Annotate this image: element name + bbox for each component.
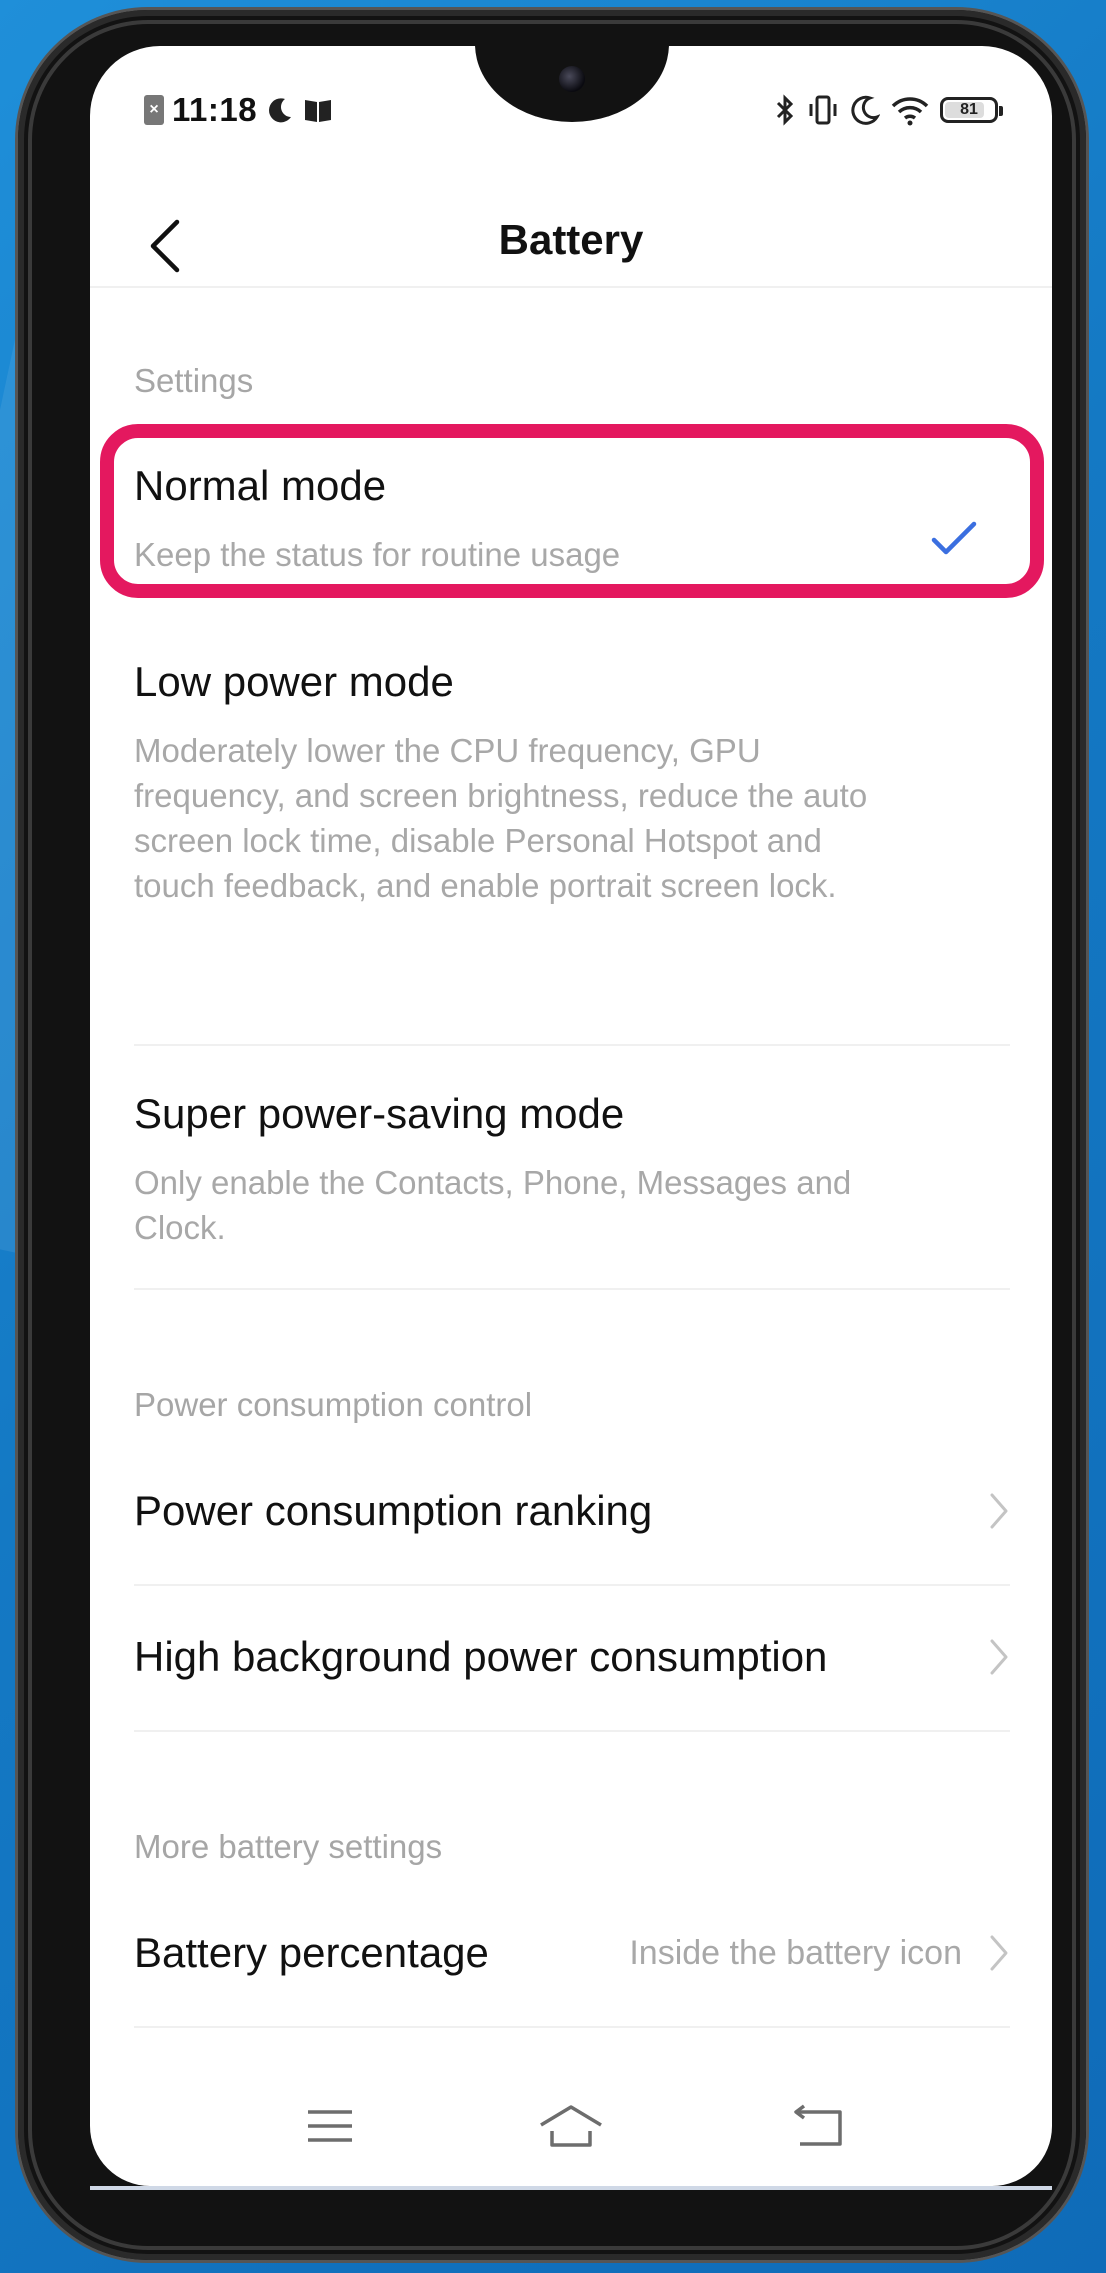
mode-option-low-power[interactable]: Low power mode Moderately lower the CPU … [134,656,1010,908]
chevron-right-icon [990,1493,1008,1529]
bluetooth-icon [776,94,794,126]
home-icon [540,2105,602,2147]
screen-bottom-edge [90,2186,1052,2190]
chevron-right-icon [990,1935,1008,1971]
battery-level: 81 [960,101,978,118]
mode-description: Keep the status for routine usage [134,536,621,573]
row-label: Power consumption ranking [134,1487,653,1534]
row-label: Battery percentage [134,1929,489,1976]
wifi-icon [891,97,929,126]
moon-icon [269,98,292,123]
power-consumption-ranking-row[interactable]: Power consumption ranking [134,1456,1010,1566]
battery-percentage-row[interactable]: Battery percentage Inside the battery ic… [134,1898,1010,2008]
do-not-disturb-moon-icon [851,95,880,125]
checkmark-icon [931,521,977,555]
mode-option-super-power-saving[interactable]: Super power-saving mode Only enable the … [134,1088,1010,1250]
phone-screen: × 11:18 81 Battery Settings Normal mode … [90,46,1052,2186]
list-divider [134,2026,1010,2028]
mode-title: Low power mode [134,658,454,705]
vibrate-icon [809,95,837,125]
navigation-bar [90,2086,1052,2166]
row-value: Inside the battery icon [629,1933,962,1972]
return-button[interactable] [778,2096,858,2156]
high-background-power-row[interactable]: High background power consumption [134,1602,1010,1712]
home-button[interactable] [531,2096,611,2156]
status-bar: × 11:18 81 [90,82,1052,138]
mode-title: Super power-saving mode [134,1090,625,1137]
row-label: High background power consumption [134,1633,828,1680]
list-divider [134,1584,1010,1586]
list-divider [134,1730,1010,1732]
list-divider [134,1288,1010,1290]
status-time: 11:18 [172,91,258,128]
menu-button[interactable] [290,2096,370,2156]
list-divider [134,1044,1010,1046]
battery-icon: 81 [940,97,1003,123]
mode-description: Only enable the Contacts, Phone, Message… [134,1164,852,1246]
chevron-right-icon [990,1639,1008,1675]
return-icon [794,2104,842,2146]
section-label-power-control: Power consumption control [134,1386,533,1423]
page-title: Battery [498,216,644,263]
section-label-settings: Settings [134,362,254,399]
header-divider [90,286,1052,288]
mode-option-normal[interactable]: Normal mode Keep the status for routine … [134,460,1010,577]
book-icon [305,100,332,122]
section-label-more-settings: More battery settings [134,1828,443,1865]
app-header: Battery [90,186,1052,306]
mode-title: Normal mode [134,462,387,509]
menu-icon [308,2110,352,2142]
mode-description: Moderately lower the CPU frequency, GPU … [134,732,868,904]
sim-off-icon: × [144,95,164,125]
